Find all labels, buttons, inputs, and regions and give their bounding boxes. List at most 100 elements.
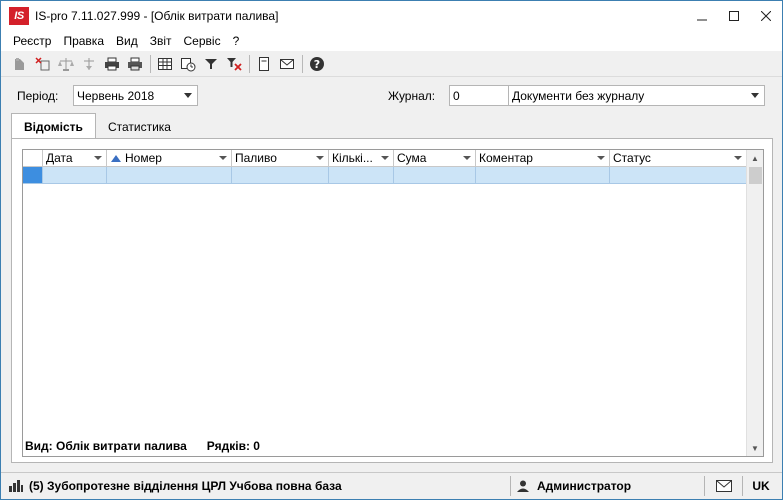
menu-view[interactable]: Вид: [110, 34, 144, 48]
maximize-button[interactable]: [718, 1, 750, 31]
organization-icon: [9, 480, 23, 492]
print-preview-button[interactable]: [124, 53, 146, 75]
new-doc-icon: [15, 57, 24, 70]
title-bar: IS IS-pro 7.11.027.999 - [Облік витрати …: [1, 1, 782, 31]
row-indicator-header: [23, 150, 43, 167]
menu-registry[interactable]: Реєстр: [7, 34, 57, 48]
delete-doc-icon: [35, 56, 50, 70]
print-preview-icon: [128, 57, 142, 70]
maximize-icon: [729, 11, 739, 21]
journal-label: Журнал:: [388, 89, 436, 103]
cell-status[interactable]: [610, 167, 747, 184]
calendar-clock-icon: [181, 57, 196, 71]
col-comment[interactable]: Коментар: [476, 150, 610, 167]
journal-select[interactable]: Документи без журналу: [508, 85, 765, 106]
status-language[interactable]: UK: [743, 476, 779, 496]
minimize-button[interactable]: [686, 1, 718, 31]
filter-button[interactable]: [200, 53, 222, 75]
balance-button[interactable]: [55, 53, 77, 75]
journal-code: 0: [453, 88, 460, 103]
mail-icon: [280, 58, 294, 69]
period-label: Період:: [17, 89, 59, 103]
tab-panel: Дата Номер Паливо Кількі... Сума Комента…: [11, 138, 773, 463]
table-icon: [158, 57, 172, 70]
help-icon: ?: [310, 56, 324, 71]
table-button[interactable]: [154, 53, 176, 75]
menu-bar: Реєстр Правка Вид Звіт Сервіс ?: [1, 31, 782, 51]
scroll-thumb[interactable]: [749, 167, 762, 184]
status-org: (5) Зубопротезне відділення ЦРЛ Учбова п…: [1, 476, 511, 496]
menu-report[interactable]: Звіт: [144, 34, 178, 48]
chevron-down-icon[interactable]: [381, 156, 389, 160]
close-button[interactable]: [750, 1, 782, 31]
row-indicator[interactable]: [23, 167, 43, 184]
tab-statement[interactable]: Відомість: [11, 113, 96, 139]
document-icon: [259, 56, 269, 71]
cell-sum[interactable]: [394, 167, 476, 184]
scroll-up-icon[interactable]: ▲: [747, 150, 763, 166]
user-icon: [517, 480, 529, 492]
balance-down-button[interactable]: [78, 53, 100, 75]
period-select[interactable]: Червень 2018: [73, 85, 198, 106]
chevron-down-icon[interactable]: [751, 93, 759, 98]
new-doc-button[interactable]: [9, 53, 31, 75]
menu-help[interactable]: ?: [227, 34, 246, 48]
clear-filter-button[interactable]: [223, 53, 245, 75]
toolbar: ?: [1, 51, 782, 77]
tab-strip: Відомість Статистика: [11, 113, 183, 139]
journal-value: Документи без журналу: [512, 88, 645, 103]
cell-quantity[interactable]: [329, 167, 394, 184]
filter-row: Період: Червень 2018 Журнал: 0 Документи…: [1, 83, 782, 109]
status-bar: (5) Зубопротезне відділення ЦРЛ Учбова п…: [1, 472, 782, 499]
print-button[interactable]: [101, 53, 123, 75]
col-date[interactable]: Дата: [43, 150, 107, 167]
filter-icon: [205, 58, 217, 69]
close-icon: [761, 11, 771, 21]
document-button[interactable]: [253, 53, 275, 75]
chevron-down-icon[interactable]: [316, 156, 324, 160]
minimize-icon: [697, 19, 707, 21]
footer-rows: Рядків: 0: [206, 439, 260, 453]
col-number[interactable]: Номер: [107, 150, 232, 167]
print-icon: [105, 57, 119, 70]
chevron-down-icon[interactable]: [219, 156, 227, 160]
balance-icon: [58, 57, 74, 71]
data-grid: Дата Номер Паливо Кількі... Сума Комента…: [22, 149, 764, 457]
window-title: IS-pro 7.11.027.999 - [Облік витрати пал…: [35, 9, 279, 23]
menu-service[interactable]: Сервіс: [178, 34, 227, 48]
sort-ascending-icon: [111, 154, 121, 162]
journal-code-input[interactable]: 0: [449, 85, 509, 106]
calendar-clock-button[interactable]: [177, 53, 199, 75]
cell-fuel[interactable]: [232, 167, 329, 184]
app-logo: IS: [9, 7, 29, 25]
table-row[interactable]: [23, 167, 747, 184]
col-fuel[interactable]: Паливо: [232, 150, 329, 167]
delete-doc-button[interactable]: [32, 53, 54, 75]
col-status[interactable]: Статус: [610, 150, 747, 167]
chevron-down-icon[interactable]: [597, 156, 605, 160]
status-user: Администратор: [511, 476, 705, 496]
grid-header: Дата Номер Паливо Кількі... Сума Комента…: [23, 150, 747, 167]
cell-date[interactable]: [43, 167, 107, 184]
col-sum[interactable]: Сума: [394, 150, 476, 167]
scroll-down-icon[interactable]: ▼: [747, 440, 763, 456]
help-button[interactable]: ?: [306, 53, 328, 75]
app-window: IS IS-pro 7.11.027.999 - [Облік витрати …: [0, 0, 783, 500]
period-value: Червень 2018: [77, 88, 155, 103]
svg-text:?: ?: [314, 58, 320, 71]
mail-button[interactable]: [276, 53, 298, 75]
mail-icon: [715, 480, 732, 492]
vertical-scrollbar[interactable]: ▲ ▼: [746, 150, 763, 456]
menu-edit[interactable]: Правка: [57, 34, 110, 48]
balance-down-icon: [84, 57, 94, 70]
status-mail[interactable]: [705, 476, 743, 496]
chevron-down-icon[interactable]: [184, 93, 192, 98]
col-quantity[interactable]: Кількі...: [329, 150, 394, 167]
chevron-down-icon[interactable]: [94, 156, 102, 160]
footer-view: Вид: Облік витрати палива: [25, 439, 187, 453]
tab-statistics[interactable]: Статистика: [96, 115, 183, 139]
cell-comment[interactable]: [476, 167, 610, 184]
cell-number[interactable]: [107, 167, 232, 184]
chevron-down-icon[interactable]: [463, 156, 471, 160]
chevron-down-icon[interactable]: [734, 156, 742, 160]
